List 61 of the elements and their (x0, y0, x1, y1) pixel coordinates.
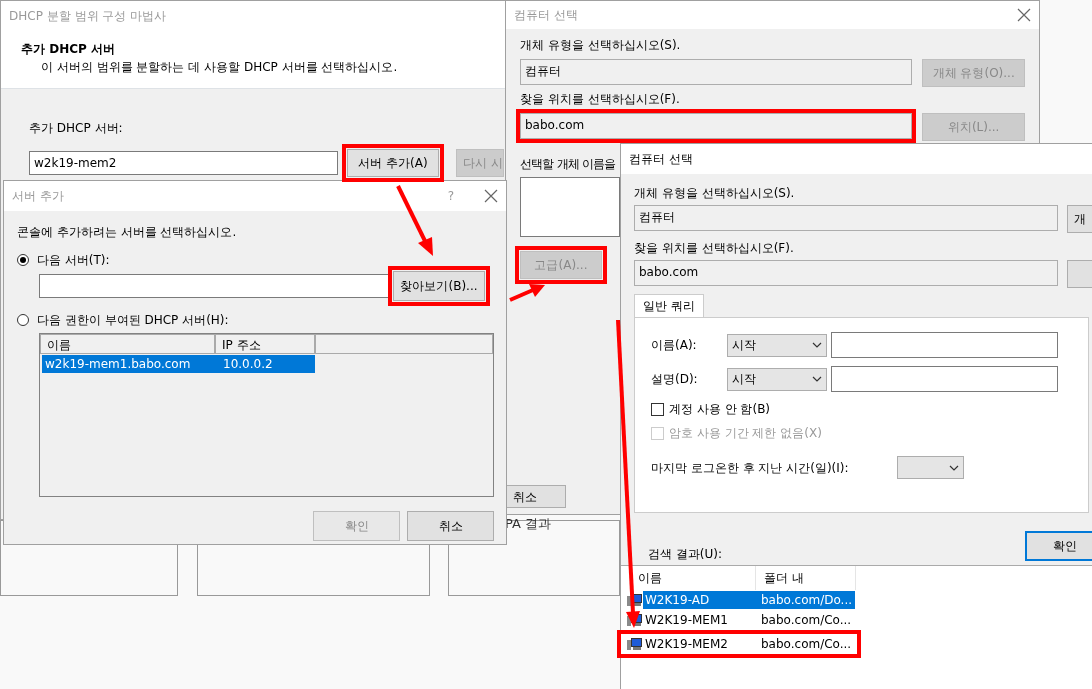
caret-icon (812, 376, 822, 382)
option-label: 다음 서버(T): (37, 252, 110, 269)
column-header[interactable]: 이름 (40, 334, 215, 354)
operator-dropdown[interactable]: 시작 (727, 333, 827, 357)
list-cell[interactable]: 10.0.0.2 (217, 355, 315, 373)
result-folder[interactable]: babo.com/Co... (755, 635, 855, 653)
annotation-arrow (509, 284, 545, 302)
field-label: 찾을 위치를 선택하십시오(F). (520, 91, 681, 108)
field-label: 이름(A): (651, 337, 698, 354)
browse-button[interactable]: 찾아보기(B)... (393, 271, 485, 301)
server-field[interactable] (39, 274, 389, 298)
object-types-button[interactable]: 개 (1067, 205, 1092, 233)
server-name-field[interactable]: w2k19-mem2 (29, 151, 338, 175)
operator-dropdown[interactable]: 시작 (727, 367, 827, 391)
result-name[interactable]: W2K19-AD (643, 591, 755, 609)
annotation-arrow (396, 185, 433, 256)
checkbox-label: 계정 사용 안 함(B) (669, 401, 771, 418)
text-field[interactable] (831, 332, 1058, 358)
result-folder[interactable]: babo.com/Co... (755, 611, 855, 629)
window-title: DHCP 분할 범위 구성 마법사 (9, 8, 167, 25)
checkbox-label: 암호 사용 기간 제한 없음(X) (669, 425, 822, 442)
prompt-text: 콘솔에 추가하려는 서버를 선택하십시오. (17, 224, 238, 241)
result-folder[interactable]: babo.com/Do... (755, 591, 855, 609)
dropdown-value: 시작 (732, 371, 756, 388)
dropdown-value: 시작 (732, 337, 756, 354)
field-label: 개체 유형을 선택하십시오(S). (520, 37, 682, 54)
caret-icon (812, 342, 822, 348)
window-title: 컴퓨터 선택 (514, 7, 578, 24)
results-label: 검색 결과(U): (648, 546, 722, 563)
computer-icon (627, 637, 643, 651)
column-header[interactable]: 폴더 내 (756, 566, 856, 590)
checkbox[interactable] (651, 402, 664, 416)
radio-button[interactable] (17, 254, 29, 266)
cancel-button[interactable]: 취소 (506, 485, 566, 508)
close-icon[interactable] (1017, 8, 1031, 22)
field-label: 선택할 개체 이름을 (520, 156, 616, 173)
radio-button[interactable] (17, 314, 29, 326)
text-field[interactable] (831, 366, 1058, 392)
dialog-title: 서버 추가 (12, 188, 64, 205)
close-icon[interactable] (484, 189, 498, 203)
computer-icon (627, 593, 643, 607)
wizard-heading: 추가 DHCP 서버 (21, 41, 116, 58)
result-name[interactable]: W2K19-MEM1 (643, 611, 755, 629)
list-cell[interactable]: w2k19-mem1.babo.com (42, 355, 217, 373)
column-header[interactable]: IP 주소 (215, 334, 315, 354)
names-text-area[interactable] (520, 177, 620, 237)
ok-button[interactable]: 확인 (1025, 531, 1092, 561)
result-name[interactable]: W2K19-MEM2 (643, 635, 755, 653)
option-label: 다음 권한이 부여된 DHCP 서버(H): (37, 312, 229, 329)
add-server-button[interactable]: 서버 추가(A) (347, 149, 439, 177)
caret-icon (949, 464, 959, 471)
field-label: 설명(D): (651, 371, 699, 388)
window-title: 컴퓨터 선택 (629, 151, 693, 168)
field-label: 찾을 위치를 선택하십시오(F). (634, 240, 795, 257)
cancel-button[interactable]: 취소 (407, 511, 494, 541)
column-header[interactable]: 이름 (621, 566, 756, 590)
query-tab[interactable]: 일반 쿼리 (634, 294, 704, 317)
wizard-description: 이 서버의 범위를 분할하는 데 사용할 DHCP 서버를 선택하십시오. (40, 59, 399, 76)
field-label: 추가 DHCP 서버: (29, 120, 124, 137)
field-label: 개체 유형을 선택하십시오(S). (634, 185, 796, 202)
field-label: 마지막 로그온한 후 지난 시간(일)(I): (651, 459, 850, 477)
